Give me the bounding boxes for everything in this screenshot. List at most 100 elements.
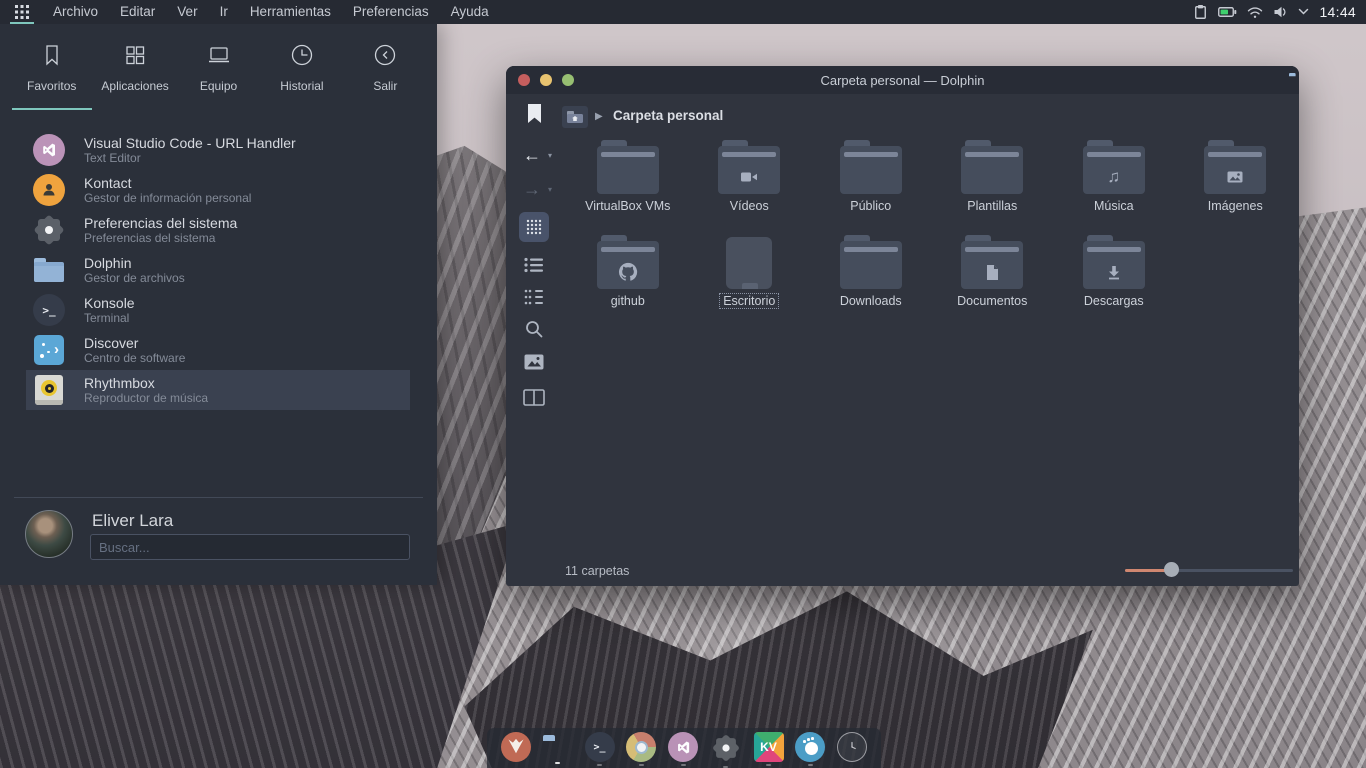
tab-salir[interactable]: Salir	[344, 42, 427, 93]
tab-label: Salir	[373, 79, 397, 93]
app-desc: Text Editor	[84, 151, 296, 165]
tab-equipo[interactable]: Equipo	[177, 42, 260, 93]
menu-ir[interactable]: Ir	[209, 0, 239, 24]
app-launcher-button[interactable]	[8, 0, 36, 24]
menu-preferencias[interactable]: Preferencias	[342, 0, 440, 24]
folder-icon	[1083, 235, 1145, 289]
folder-documentos[interactable]: Documentos	[932, 235, 1054, 330]
app-item-rhythmbox[interactable]: RhythmboxReproductor de música	[26, 370, 410, 410]
folder-escritorio[interactable]: Escritorio	[689, 235, 811, 330]
app-name: Rhythmbox	[84, 375, 208, 391]
maximize-button[interactable]	[562, 74, 574, 86]
app-item-vscode[interactable]: Visual Studio Code - URL HandlerText Edi…	[26, 130, 410, 170]
places-bookmark-icon[interactable]	[528, 104, 541, 123]
wifi-icon[interactable]	[1247, 6, 1263, 19]
music-glyph-icon: ♫	[1083, 160, 1145, 194]
app-name: Discover	[84, 335, 185, 351]
zoom-slider-handle[interactable]	[1164, 562, 1179, 577]
forward-button[interactable]: →	[520, 178, 544, 200]
apps-grid-icon	[122, 42, 148, 68]
tab-favoritos[interactable]: Favoritos	[10, 42, 93, 93]
app-name: Konsole	[84, 295, 135, 311]
folder-label: Vídeos	[730, 199, 769, 213]
download-glyph-icon	[1083, 255, 1145, 289]
breadcrumb-home-button[interactable]	[562, 106, 588, 128]
folder-virtualbox[interactable]: VirtualBox VMs	[567, 140, 689, 235]
folder-label: Imágenes	[1208, 199, 1263, 213]
folder-publico[interactable]: Público	[810, 140, 932, 235]
search-input[interactable]	[90, 534, 410, 560]
dock-vscode[interactable]	[668, 732, 698, 766]
app-item-discover[interactable]: › DiscoverCentro de software	[26, 330, 410, 370]
dock-kde-app[interactable]	[795, 732, 825, 766]
app-desc: Gestor de información personal	[84, 191, 251, 205]
dock-chromium[interactable]	[626, 732, 656, 766]
menu-ver[interactable]: Ver	[166, 0, 208, 24]
folder-label: Público	[850, 199, 891, 213]
dock-kdevelop[interactable]: KV	[754, 732, 784, 766]
kdevelop-icon: KV	[754, 732, 784, 762]
leave-icon	[372, 42, 398, 68]
github-glyph-icon	[597, 255, 659, 289]
chevron-down-icon[interactable]	[1298, 8, 1309, 16]
folder-icon	[1204, 140, 1266, 194]
tab-aplicaciones[interactable]: Aplicaciones	[93, 42, 176, 93]
menu-ayuda[interactable]: Ayuda	[440, 0, 500, 24]
menu-archivo[interactable]: Archivo	[42, 0, 109, 24]
battery-icon[interactable]	[1218, 5, 1237, 19]
tray-clock[interactable]: 14:44	[1319, 4, 1356, 20]
dock-system-settings[interactable]	[710, 732, 742, 768]
dock-firefox[interactable]	[501, 732, 531, 766]
folder-downloads[interactable]: Downloads	[810, 235, 932, 330]
breadcrumb-path[interactable]: Carpeta personal	[613, 108, 723, 123]
menu-button[interactable]	[524, 422, 544, 438]
folder-videos[interactable]: Vídeos	[689, 140, 811, 235]
folder-imagenes[interactable]: Imágenes	[1175, 140, 1297, 235]
list-view-button[interactable]	[524, 257, 544, 273]
folder-plantillas[interactable]: Plantillas	[932, 140, 1054, 235]
app-desc: Centro de software	[84, 351, 185, 365]
folder-icon	[840, 140, 902, 194]
app-name: Visual Studio Code - URL Handler	[84, 135, 296, 151]
folder-musica[interactable]: ♫ Música	[1053, 140, 1175, 235]
dock-konsole[interactable]: >_	[585, 732, 615, 766]
image-glyph-icon	[1204, 160, 1266, 194]
icons-view-button[interactable]	[519, 212, 549, 242]
search-button[interactable]	[524, 319, 544, 339]
folder-icon	[718, 140, 780, 194]
terminal-icon: >_	[33, 294, 65, 326]
back-dropdown-icon[interactable]: ▾	[545, 150, 555, 160]
menubar-left: Archivo Editar Ver Ir Herramientas Prefe…	[0, 0, 500, 24]
folder-icon	[840, 235, 902, 289]
user-avatar[interactable]	[25, 510, 73, 558]
back-button[interactable]: ←	[520, 144, 544, 166]
tab-historial[interactable]: Historial	[260, 42, 343, 93]
dock-file-manager[interactable]	[543, 732, 573, 764]
menu-herramientas[interactable]: Herramientas	[239, 0, 342, 24]
folder-icon	[597, 235, 659, 289]
volume-icon[interactable]	[1273, 5, 1288, 19]
folder-label: Downloads	[840, 294, 902, 308]
home-folder-icon	[567, 111, 583, 123]
titlebar[interactable]: Carpeta personal — Dolphin	[506, 66, 1299, 94]
folder-github[interactable]: github	[567, 235, 689, 330]
close-button[interactable]	[518, 74, 530, 86]
global-menubar: Archivo Editar Ver Ir Herramientas Prefe…	[0, 0, 1366, 24]
app-item-dolphin[interactable]: DolphinGestor de archivos	[26, 250, 410, 290]
app-item-kontact[interactable]: KontactGestor de información personal	[26, 170, 410, 210]
menu-editar[interactable]: Editar	[109, 0, 166, 24]
app-name: Kontact	[84, 175, 251, 191]
folder-label: Escritorio	[720, 294, 778, 308]
dock-clock-widget[interactable]	[837, 732, 867, 766]
clipboard-icon[interactable]	[1193, 4, 1208, 20]
app-item-settings[interactable]: Preferencias del sistemaPreferencias del…	[26, 210, 410, 250]
forward-dropdown-icon[interactable]: ▾	[545, 184, 555, 194]
preview-button[interactable]	[524, 354, 544, 370]
app-item-konsole[interactable]: >_ KonsoleTerminal	[26, 290, 410, 330]
kde-app-icon	[795, 732, 825, 762]
folder-descargas[interactable]: Descargas	[1053, 235, 1175, 330]
details-view-button[interactable]	[524, 289, 544, 305]
split-view-button[interactable]	[523, 389, 545, 406]
rhythmbox-icon	[35, 375, 63, 405]
minimize-button[interactable]	[540, 74, 552, 86]
